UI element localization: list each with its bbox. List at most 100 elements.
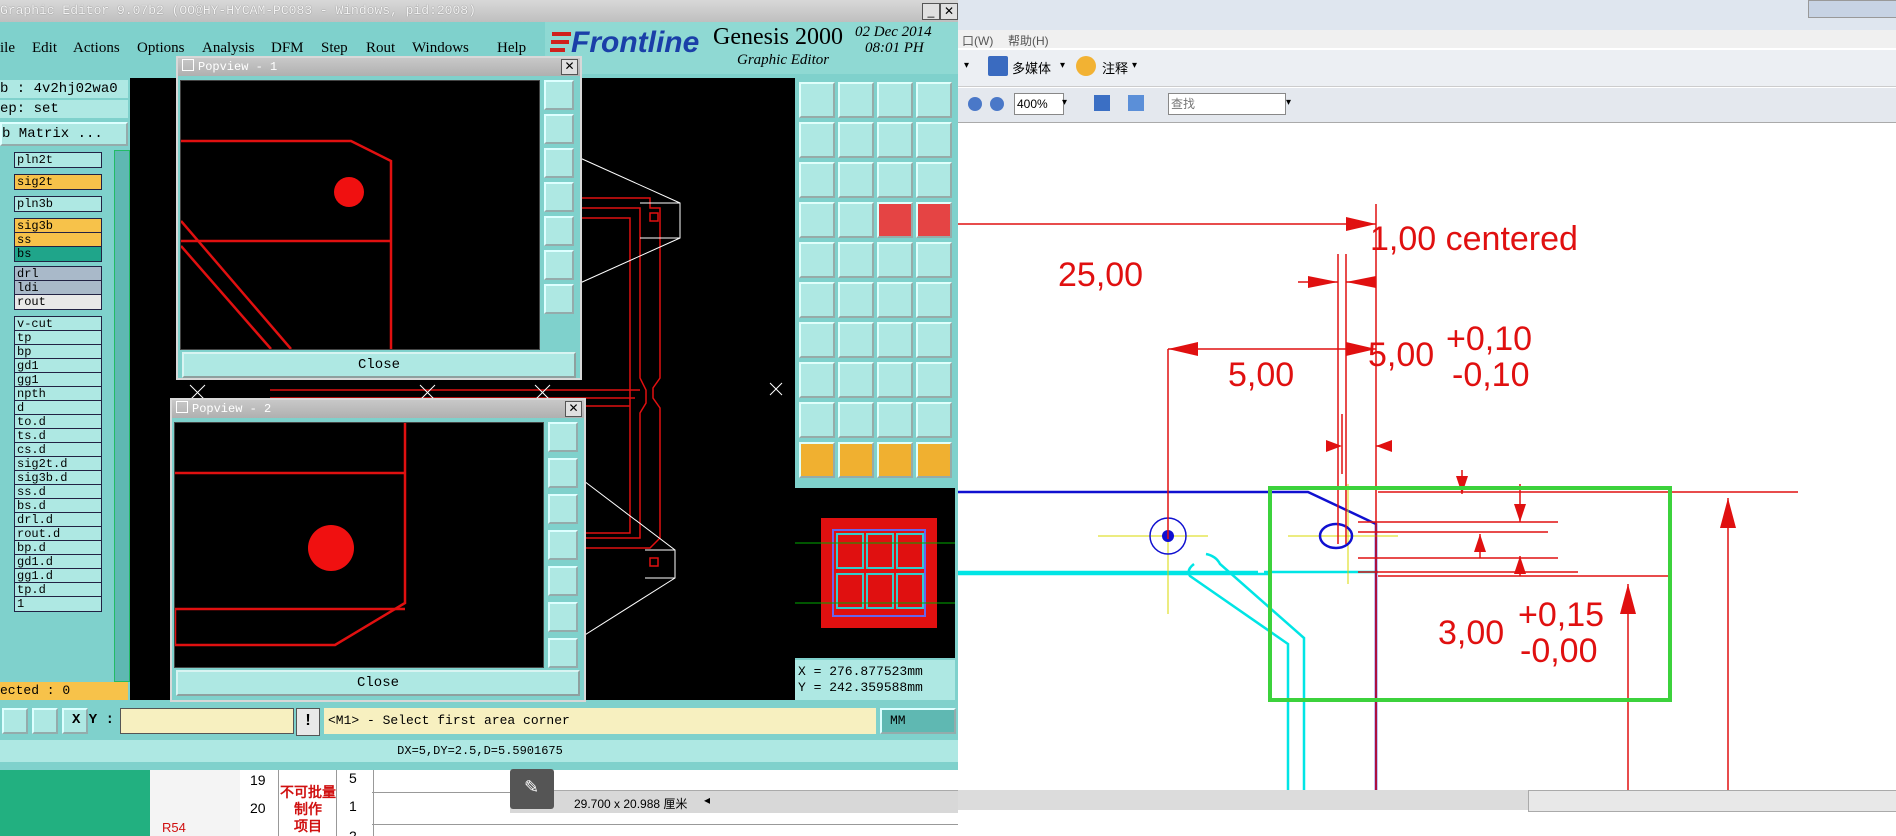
tool-button[interactable] bbox=[838, 202, 874, 238]
tool-button[interactable] bbox=[799, 242, 835, 278]
popview-1-close-icon[interactable]: ✕ bbox=[561, 59, 578, 75]
tool-button[interactable] bbox=[916, 242, 952, 278]
viewer-menu-window[interactable]: 口(W) bbox=[962, 32, 993, 49]
popview-2-tool-4[interactable] bbox=[548, 530, 578, 560]
layer-item[interactable]: pln2t bbox=[14, 152, 102, 168]
zoom-in-icon[interactable] bbox=[990, 97, 1004, 111]
tool-button[interactable] bbox=[838, 162, 874, 198]
multimedia-button[interactable]: 多媒体 bbox=[1012, 58, 1051, 77]
ruler-icon[interactable] bbox=[32, 708, 58, 734]
layer-item[interactable]: bs bbox=[14, 246, 102, 262]
tool-button[interactable] bbox=[916, 122, 952, 158]
tool-button[interactable] bbox=[916, 202, 952, 238]
overview-map[interactable] bbox=[795, 488, 955, 658]
tool-button[interactable] bbox=[877, 442, 913, 478]
menu-dfm[interactable]: DFM bbox=[271, 40, 304, 57]
zoom-dropdown-icon[interactable]: ▾ bbox=[1062, 97, 1067, 108]
warning-icon[interactable]: ! bbox=[296, 708, 320, 736]
menu-help[interactable]: Help bbox=[497, 40, 526, 57]
tool-button[interactable] bbox=[877, 242, 913, 278]
menu-edit[interactable]: Edit bbox=[32, 40, 57, 57]
tool-button[interactable] bbox=[838, 362, 874, 398]
scroll-left-icon[interactable]: ◂ bbox=[704, 793, 710, 807]
zoom-out-icon[interactable] bbox=[968, 97, 982, 111]
layer-scrollbar[interactable] bbox=[114, 150, 130, 682]
tool-button[interactable] bbox=[799, 82, 835, 118]
tool-button[interactable] bbox=[799, 162, 835, 198]
popview-1-tool-1[interactable] bbox=[544, 80, 574, 110]
menu-rout[interactable]: Rout bbox=[366, 40, 395, 57]
search-input[interactable] bbox=[1168, 93, 1286, 115]
tool-button[interactable] bbox=[877, 322, 913, 358]
units-dropdown[interactable]: MM bbox=[880, 708, 956, 734]
tool-button[interactable] bbox=[877, 362, 913, 398]
minimize-button[interactable]: _ bbox=[922, 3, 940, 20]
xy-input[interactable] bbox=[120, 708, 294, 734]
popview-2-tool-2[interactable] bbox=[548, 458, 578, 488]
menu-actions[interactable]: Actions bbox=[73, 40, 120, 57]
popview-1-tool-7[interactable] bbox=[544, 284, 574, 314]
tool-button[interactable] bbox=[799, 402, 835, 438]
document-page[interactable]: 1,00 centered 25,00 5,00 5,00 +0,10 -0,1… bbox=[958, 124, 1896, 798]
tool-button[interactable] bbox=[916, 442, 952, 478]
tool-button[interactable] bbox=[838, 282, 874, 318]
popview-2-close-icon[interactable]: ✕ bbox=[565, 401, 582, 417]
tool-button[interactable] bbox=[799, 122, 835, 158]
tool-button[interactable] bbox=[916, 282, 952, 318]
popview-2-canvas[interactable] bbox=[173, 422, 544, 668]
zoom-field[interactable]: 400% bbox=[1014, 93, 1064, 115]
search-dropdown-icon[interactable]: ▾ bbox=[1286, 97, 1291, 108]
layer-item[interactable]: rout bbox=[14, 294, 102, 310]
menu-windows[interactable]: Windows bbox=[412, 40, 469, 57]
layer-item[interactable]: pln3b bbox=[14, 196, 102, 212]
attachment-icon[interactable]: ✎ bbox=[510, 769, 554, 809]
popview-2-titlebar[interactable]: Popview - 2 ✕ bbox=[172, 400, 584, 418]
popview-2-tool-7[interactable] bbox=[548, 638, 578, 668]
fit-page-icon[interactable] bbox=[1094, 95, 1110, 111]
tool-button[interactable] bbox=[916, 322, 952, 358]
menu-options[interactable]: Options bbox=[137, 40, 185, 57]
tool-button[interactable] bbox=[877, 202, 913, 238]
tool-button[interactable] bbox=[916, 402, 952, 438]
layer-item[interactable]: sig2t bbox=[14, 174, 102, 190]
popview-2-tool-1[interactable] bbox=[548, 422, 578, 452]
tool-button[interactable] bbox=[916, 362, 952, 398]
tool-button[interactable] bbox=[838, 242, 874, 278]
tool-button[interactable] bbox=[799, 442, 835, 478]
popview-1-tool-5[interactable] bbox=[544, 216, 574, 246]
tool-button[interactable] bbox=[799, 282, 835, 318]
tool-button[interactable] bbox=[799, 202, 835, 238]
tool-button[interactable] bbox=[838, 442, 874, 478]
popview-2-close-button[interactable]: Close bbox=[176, 670, 580, 696]
popview-1-canvas[interactable] bbox=[180, 80, 540, 350]
popview-2-tool-6[interactable] bbox=[548, 602, 578, 632]
menu-analysis[interactable]: Analysis bbox=[202, 40, 255, 57]
fit-width-icon[interactable] bbox=[1128, 95, 1144, 111]
tool-button[interactable] bbox=[916, 162, 952, 198]
viewer-menu-help[interactable]: 帮助(H) bbox=[1008, 32, 1049, 49]
viewer-window-controls[interactable] bbox=[1808, 0, 1896, 18]
multimedia-dropdown-icon[interactable]: ▾ bbox=[1060, 60, 1065, 71]
dropdown-arrow-icon[interactable]: ▾ bbox=[964, 60, 969, 71]
horizontal-scrollbar[interactable] bbox=[1528, 790, 1896, 812]
popview-1-tool-3[interactable] bbox=[544, 148, 574, 178]
tool-button[interactable] bbox=[877, 402, 913, 438]
tool-button[interactable] bbox=[877, 82, 913, 118]
tool-button[interactable] bbox=[877, 282, 913, 318]
popview-2-tool-5[interactable] bbox=[548, 566, 578, 596]
multimedia-icon[interactable] bbox=[988, 56, 1008, 76]
close-icon[interactable]: ✕ bbox=[940, 3, 958, 20]
tool-button[interactable] bbox=[838, 82, 874, 118]
tool-button[interactable] bbox=[838, 402, 874, 438]
viewer-titlebar[interactable] bbox=[958, 0, 1896, 30]
popview-2-tool-3[interactable] bbox=[548, 494, 578, 524]
tool-button[interactable] bbox=[877, 122, 913, 158]
popview-1-tool-4[interactable] bbox=[544, 182, 574, 212]
tool-button[interactable] bbox=[799, 362, 835, 398]
tool-button[interactable] bbox=[877, 162, 913, 198]
angle-icon[interactable] bbox=[2, 708, 28, 734]
annotation-button[interactable]: 注释 bbox=[1102, 58, 1128, 77]
tool-button[interactable] bbox=[838, 322, 874, 358]
annotation-icon[interactable] bbox=[1076, 56, 1096, 76]
popview-1-close-button[interactable]: Close bbox=[182, 352, 576, 378]
